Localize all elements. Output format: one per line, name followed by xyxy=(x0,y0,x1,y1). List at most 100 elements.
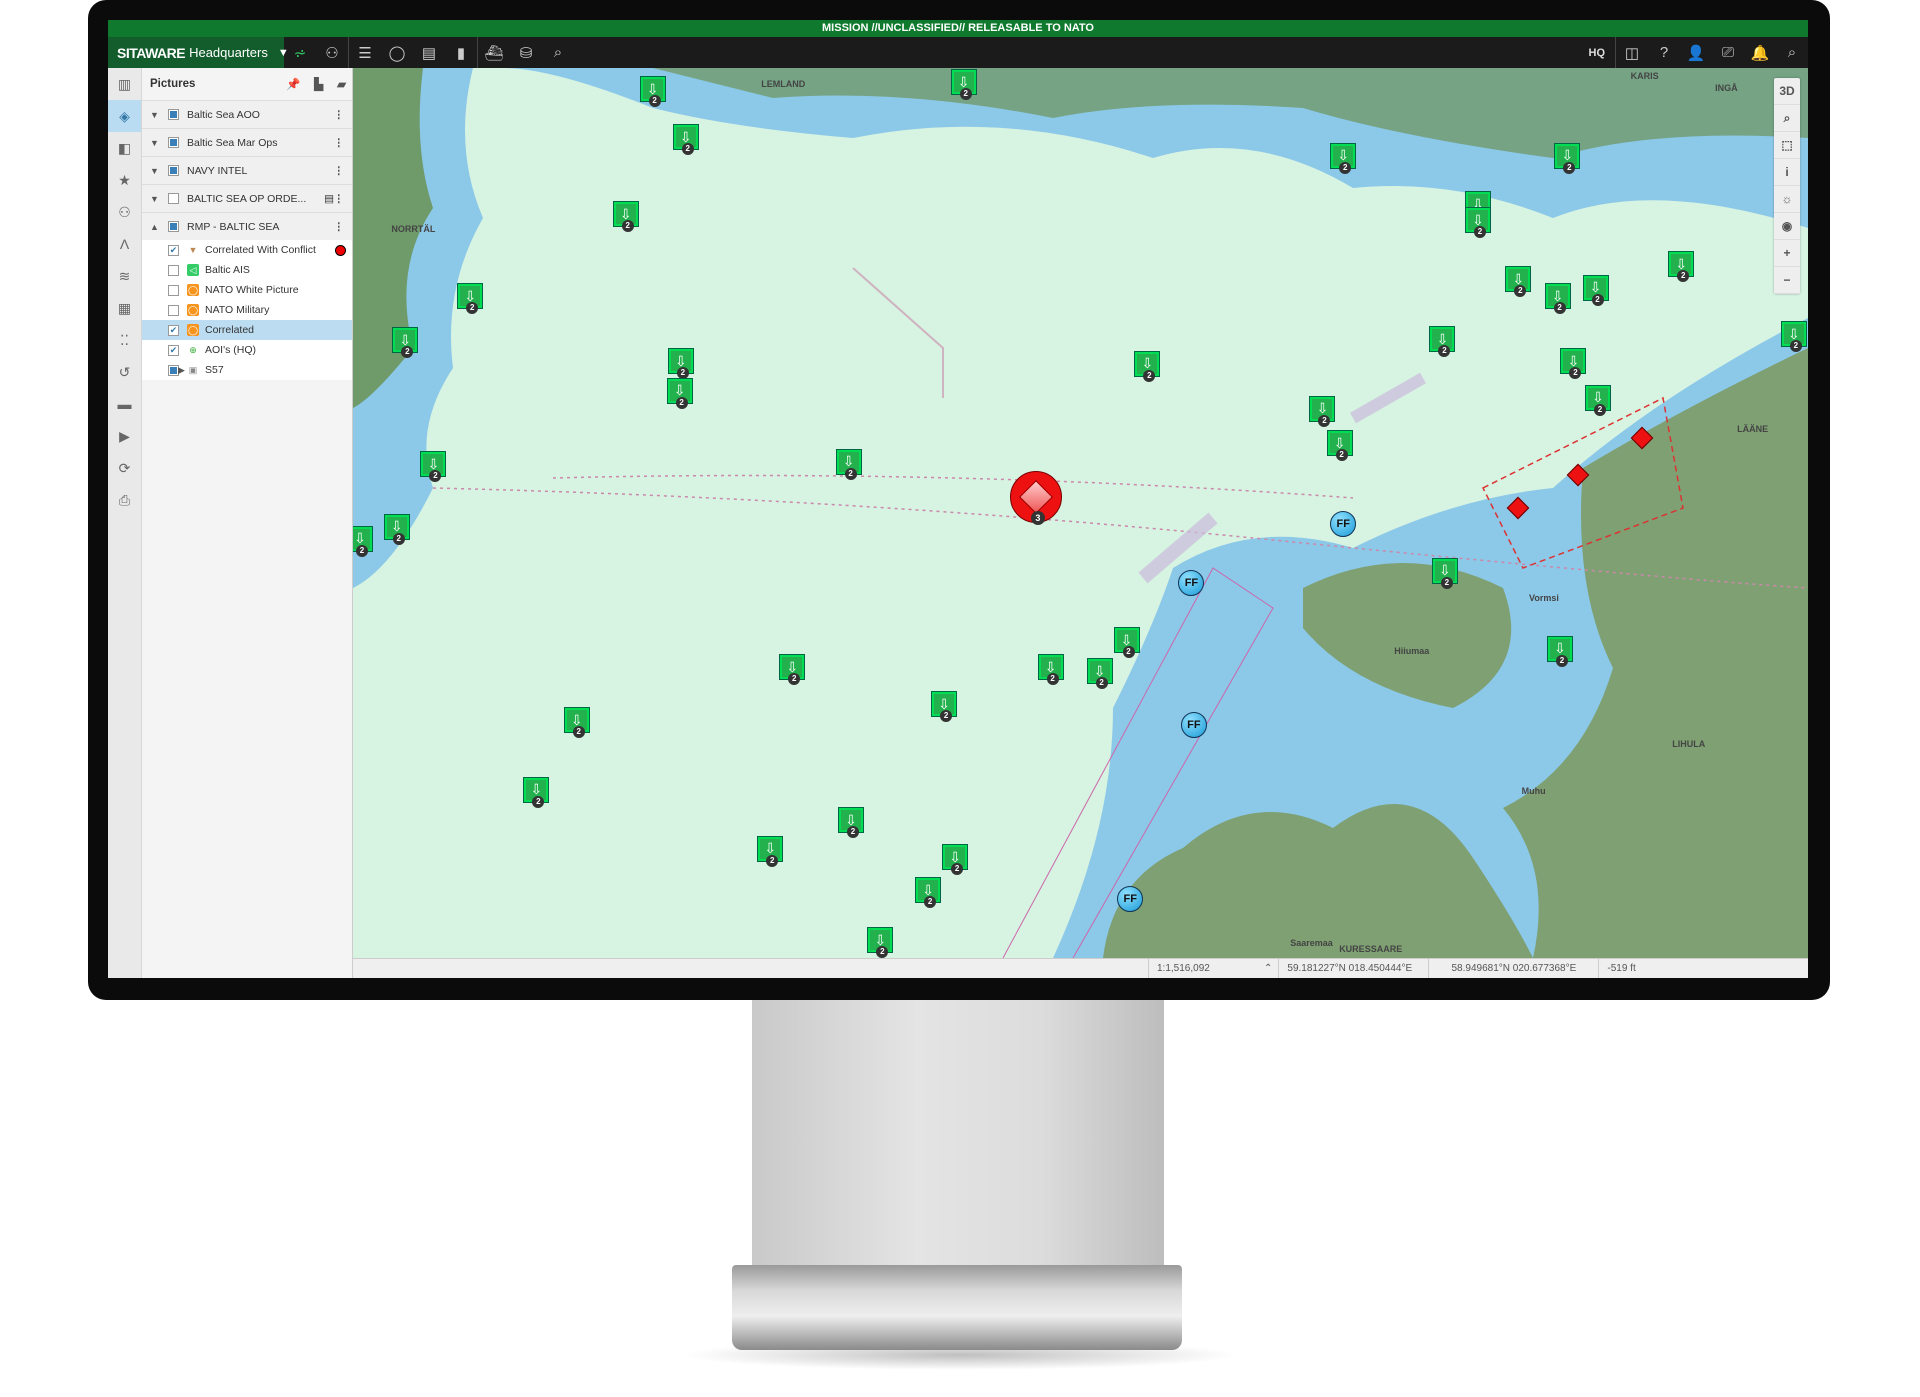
layer-checkbox[interactable] xyxy=(168,284,179,296)
friendly-unit-marker[interactable]: ⇩2 xyxy=(1114,628,1139,659)
chevron-down-icon[interactable]: ▼ xyxy=(150,194,164,204)
friendly-unit-marker[interactable]: ⇩2 xyxy=(1585,385,1610,416)
layer-checkbox[interactable] xyxy=(168,304,179,316)
info-icon[interactable]: i xyxy=(1774,159,1800,186)
friendly-unit-marker[interactable]: ⇩2 xyxy=(613,202,638,233)
hierarchy-icon[interactable]: ⚇ xyxy=(316,37,348,68)
friendly-unit-marker[interactable]: ⇩2 xyxy=(916,878,941,909)
friendly-unit-marker[interactable]: ⇩2 xyxy=(1135,351,1160,382)
film-icon[interactable]: ▬ xyxy=(108,388,141,420)
more-options-icon[interactable]: ⋮ xyxy=(334,137,345,149)
friendly-unit-marker[interactable]: ⇩2 xyxy=(836,449,861,480)
layer-checkbox[interactable] xyxy=(168,264,179,276)
friendly-unit-marker[interactable]: ⇩2 xyxy=(951,70,976,101)
friendly-unit-marker[interactable]: ⇩2 xyxy=(1669,252,1694,283)
friendly-unit-marker[interactable]: ⇩2 xyxy=(1465,208,1490,239)
chevron-up-icon[interactable]: ▲ xyxy=(150,222,164,232)
group-checkbox[interactable] xyxy=(168,193,179,204)
app-switcher[interactable]: SITAWARE Headquarters ▼ xyxy=(108,37,289,68)
friendly-unit-marker[interactable]: ⇩2 xyxy=(943,845,968,876)
friendly-unit-marker[interactable]: ⇩2 xyxy=(668,349,693,380)
picture-group[interactable]: ▲ RMP - BALTIC SEA ⋮ xyxy=(142,212,352,240)
friendly-unit-marker[interactable]: ⇩2 xyxy=(640,77,665,108)
friendly-unit-marker[interactable]: ⇩2 xyxy=(458,284,483,315)
map-view[interactable]: 3D ⌕ ⬚ i ☼ ◉ + − ⇩ 2 ⇩ 2 ⇩ 2 ⇩ 2 ⇩ 2 ⇩ 2 ⇩ 2 ⇩ 2 ⇩ 2 ⇩ 2 ⇩ 2 ⇩… xyxy=(353,68,1808,958)
map-icon[interactable]: ⩫ xyxy=(284,37,316,68)
layer-item[interactable]: ✔ ⊕ AOI's (HQ) xyxy=(142,340,352,360)
friendly-unit-marker[interactable]: ⇩2 xyxy=(1310,396,1335,427)
org-chart-icon[interactable]: ⚇ xyxy=(108,196,141,228)
bell-icon[interactable]: 🔔 xyxy=(1744,37,1776,68)
document-icon[interactable]: ▤ xyxy=(324,193,334,205)
hostile-cluster-marker[interactable]: 3 xyxy=(1009,471,1062,526)
video-icon[interactable]: ▶ xyxy=(108,420,141,452)
friendly-unit-marker[interactable]: ⇩2 xyxy=(1506,267,1531,298)
friendly-unit-marker[interactable]: ⇩2 xyxy=(1432,558,1457,589)
friendly-unit-marker[interactable]: ⇩2 xyxy=(758,836,783,867)
more-options-icon[interactable]: ⋮ xyxy=(334,109,345,121)
friendly-unit-marker[interactable]: ⇩2 xyxy=(393,328,418,359)
ship-icon[interactable]: ⛴ xyxy=(478,37,510,68)
layer-checkbox[interactable]: ✔ xyxy=(168,324,179,336)
group-checkbox[interactable] xyxy=(168,165,179,176)
picture-group[interactable]: ▼ BALTIC SEA OP ORDE... ▤ ⋮ xyxy=(142,184,352,212)
search-icon[interactable]: ⌕ xyxy=(1776,37,1808,68)
more-options-icon[interactable]: ⋮ xyxy=(334,165,345,177)
zoom-box-icon[interactable]: ⌕ xyxy=(1774,105,1800,132)
chevron-right-icon[interactable]: ▶ xyxy=(178,365,185,376)
print-icon[interactable]: ⎙ xyxy=(108,484,141,516)
layer-checkbox[interactable]: ✔ xyxy=(168,344,179,356)
friendly-unit-marker[interactable]: ⇩2 xyxy=(932,692,957,723)
route-icon[interactable]: Λ xyxy=(108,228,141,260)
group-checkbox[interactable] xyxy=(168,137,179,148)
layer-item[interactable]: ✔ ▼ Correlated With Conflict xyxy=(142,240,352,260)
friendly-unit-marker[interactable]: ⇩2 xyxy=(1327,431,1352,462)
group-checkbox[interactable] xyxy=(168,109,179,120)
pin-icon[interactable]: 📌 xyxy=(286,77,300,91)
user-icon[interactable]: 👤 xyxy=(1680,37,1712,68)
layer-checkbox[interactable]: ✔ xyxy=(168,244,179,256)
group-checkbox[interactable] xyxy=(168,221,179,232)
friendly-unit-marker[interactable]: ⇩2 xyxy=(1548,636,1572,667)
presentation-icon[interactable]: ⎚ xyxy=(1712,37,1744,68)
friendly-unit-marker[interactable]: ⇩2 xyxy=(1038,655,1063,686)
friendly-unit-marker[interactable]: ⇩2 xyxy=(564,708,589,738)
layer-item[interactable]: ◯ NATO Military xyxy=(142,300,352,320)
friendly-unit-marker[interactable]: ⇩2 xyxy=(1430,327,1455,358)
hq-label[interactable]: HQ xyxy=(1579,47,1616,59)
friendly-unit-marker[interactable]: ⇩2 xyxy=(1555,143,1580,174)
3d-toggle-button[interactable]: 3D xyxy=(1774,78,1800,105)
database-search-icon[interactable]: ⛁ xyxy=(510,37,542,68)
picture-group[interactable]: ▼ Baltic Sea Mar Ops ⋮ xyxy=(142,128,352,156)
layer-item[interactable]: ▶ ▣ S57 xyxy=(142,360,352,380)
friendly-unit-marker[interactable]: ⇩2 xyxy=(1561,349,1586,380)
layer-item[interactable]: ◯ NATO White Picture xyxy=(142,280,352,300)
layer-item[interactable]: ✔ ◯ Correlated xyxy=(142,320,352,340)
picture-group[interactable]: ▼ Baltic Sea AOO ⋮ xyxy=(142,100,352,128)
zoom-in-button[interactable]: + xyxy=(1774,240,1800,267)
friendly-unit-marker[interactable]: ⇩2 xyxy=(868,928,893,958)
friendly-unit-marker[interactable]: ⇩2 xyxy=(1087,659,1112,690)
assumed-friend-marker[interactable]: FF xyxy=(1117,885,1144,912)
chevron-down-icon[interactable]: ▼ xyxy=(150,110,164,120)
help-icon[interactable]: ? xyxy=(1648,37,1680,68)
new-picture-icon[interactable]: ▙ xyxy=(314,77,323,91)
chevron-down-icon[interactable]: ▼ xyxy=(150,166,164,176)
eye-icon[interactable]: ◉ xyxy=(1774,213,1800,240)
friendly-unit-marker[interactable]: ⇩2 xyxy=(673,125,698,156)
library-icon[interactable]: ▥ xyxy=(108,68,141,100)
footsteps-icon[interactable]: ⁚⁚ xyxy=(108,324,141,356)
chevron-up-icon[interactable]: ⌃ xyxy=(1258,959,1278,978)
friendly-unit-marker[interactable]: ⇩2 xyxy=(1331,143,1356,174)
split-view-icon[interactable]: ◫ xyxy=(1616,37,1648,68)
search-icon[interactable]: ⌕ xyxy=(542,37,574,68)
document-icon[interactable]: ▤ xyxy=(413,37,445,68)
replay-icon[interactable]: ⟳ xyxy=(108,452,141,484)
friendly-unit-marker[interactable]: ⇩2 xyxy=(839,808,864,839)
layer-item[interactable]: ◁ Baltic AIS xyxy=(142,260,352,280)
friendly-unit-marker[interactable]: ⇩2 xyxy=(353,526,373,557)
more-options-icon[interactable]: ⋮ xyxy=(334,221,345,233)
friendly-unit-marker[interactable]: ⇩2 xyxy=(524,777,549,808)
friendly-unit-marker[interactable]: ⇩2 xyxy=(384,514,409,545)
friendly-unit-marker[interactable]: ⇩2 xyxy=(780,655,805,686)
